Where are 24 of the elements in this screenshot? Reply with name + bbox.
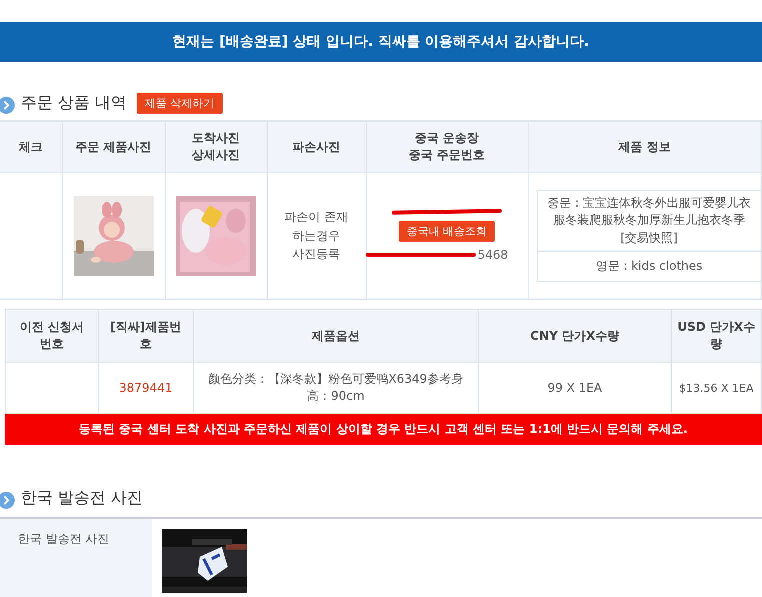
column-header: 체크 (0, 121, 62, 172)
column-header: [직싸]제품번 호 (98, 310, 194, 362)
column-header: 파손사진 (267, 121, 366, 172)
order-number: 5468 (478, 248, 508, 262)
column-header: USD 단가X수 량 (672, 310, 762, 362)
row-label: 한국 발송전 사진 (18, 532, 110, 546)
english-product-name: 영문 : kids clothes (594, 258, 704, 276)
column-header: 제품 정보 (528, 121, 762, 172)
column-header: 중국 운송장 중국 주문번호 (366, 121, 528, 172)
damage-photo-note: 파손이 존재 하는경우 사진등록 (267, 172, 366, 300)
chinese-product-name: 중문 : 宝宝连体秋冬外出服可爱婴儿衣服冬装爬服秋冬加厚新生儿抱衣冬季 [交易快照] (538, 190, 761, 252)
chevron-icon (0, 97, 15, 114)
status-banner: 현재는 [배송완료] 상태 입니다. 직싸를 이용해주셔서 감사합니다. (0, 22, 762, 62)
warning-notice: 등록된 중국 센터 도착 사진과 주문하신 제품이 상이할 경우 반드시 고객 센터 또는 1:1에 반드시 문의해 주세요. (6, 414, 762, 444)
column-header: 이전 신청서 번호 (6, 310, 98, 362)
section-title: 주문 상품 내역 (21, 93, 128, 114)
delete-product-button[interactable]: 제품 삭제하기 (137, 93, 223, 114)
section-title: 한국 발송전 사진 (21, 488, 144, 509)
column-header: 제품옵션 (194, 310, 478, 362)
track-shipment-button[interactable]: 중국내 배송조회 (398, 221, 496, 242)
column-header: 도착사진 상세사진 (165, 121, 267, 172)
chevron-icon (0, 492, 15, 509)
column-header: CNY 단가X수량 (478, 310, 672, 362)
column-header: 주문 제품사진 (62, 121, 165, 172)
